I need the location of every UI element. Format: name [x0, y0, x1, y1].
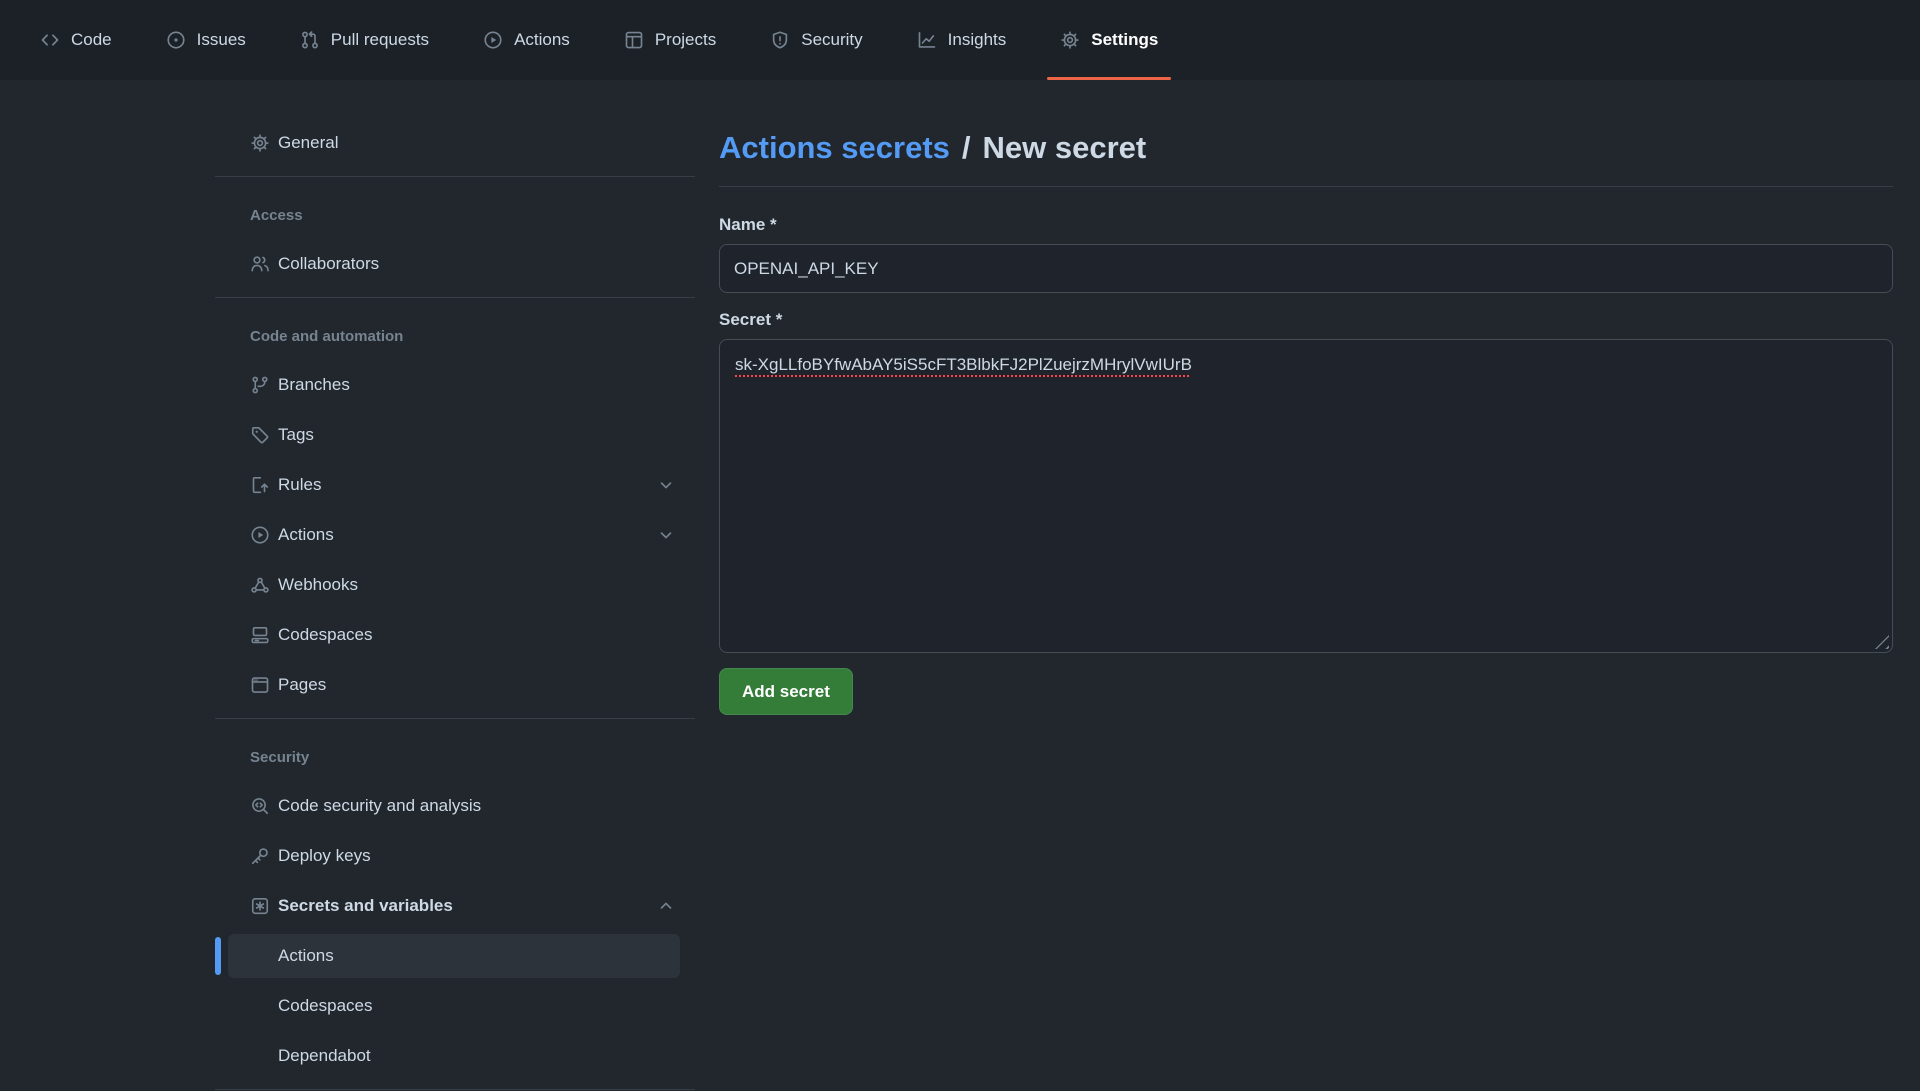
sidebar-item-tags[interactable]: Tags [215, 410, 695, 460]
tab-label: Projects [655, 30, 716, 50]
gear-icon [250, 133, 270, 153]
tab-label: Pull requests [331, 30, 429, 50]
tab-insights[interactable]: Insights [917, 0, 1007, 80]
sidebar-item-branches[interactable]: Branches [215, 360, 695, 410]
issue-opened-icon [166, 30, 186, 50]
heading-divider [719, 186, 1893, 187]
sidebar-item-general[interactable]: General [215, 118, 695, 168]
add-secret-button[interactable]: Add secret [719, 668, 853, 715]
sidebar-item-label: Code security and analysis [278, 796, 481, 816]
breadcrumb-current: New secret [983, 130, 1147, 165]
sidebar-item-codespaces[interactable]: Codespaces [215, 610, 695, 660]
sidebar-item-label: Tags [278, 425, 314, 445]
sidebar-subitem-codespaces[interactable]: Codespaces [215, 981, 695, 1031]
sidebar-item-label: Secrets and variables [278, 896, 453, 916]
git-branch-icon [250, 375, 270, 395]
textarea-resize-grip[interactable] [1875, 635, 1889, 649]
sidebar-section-access: Access [215, 207, 695, 225]
sidebar-divider [215, 297, 695, 298]
tab-label: Settings [1091, 30, 1158, 50]
new-secret-panel: Actions secrets / New secret Name * Secret… [719, 118, 1893, 715]
sidebar-item-pages[interactable]: Pages [215, 660, 695, 710]
key-icon [250, 846, 270, 866]
secret-label: Secret * [719, 310, 1893, 330]
tab-settings[interactable]: Settings [1060, 0, 1158, 80]
secret-value-text: sk-XgLLfoBYfwAbAY5iS5cFT3BlbkFJ2PlZuejrz… [735, 355, 1192, 374]
tab-label: Issues [197, 30, 246, 50]
tab-label: Code [71, 30, 112, 50]
sidebar-item-label: Rules [278, 475, 321, 495]
sidebar-item-actions[interactable]: Actions [215, 510, 695, 560]
sidebar-subitem-label: Actions [278, 946, 334, 966]
tab-actions[interactable]: Actions [483, 0, 570, 80]
sidebar-section-code-and-automation: Code and automation [215, 328, 695, 346]
actions-secrets-breadcrumb-link[interactable]: Actions secrets [719, 130, 950, 165]
sidebar-item-code-security-and-analysis[interactable]: Code security and analysis [215, 781, 695, 831]
tab-label: Insights [948, 30, 1007, 50]
breadcrumb-separator: / [962, 130, 971, 165]
webhook-icon [250, 575, 270, 595]
tag-icon [250, 425, 270, 445]
settings-sidebar: General Access Collaborators Code and au… [215, 118, 695, 1090]
sidebar-divider [215, 718, 695, 719]
tab-label: Actions [514, 30, 570, 50]
sidebar-item-label: Deploy keys [278, 846, 371, 866]
code-icon [40, 30, 60, 50]
play-icon [250, 525, 270, 545]
sidebar-subitem-dependabot[interactable]: Dependabot [215, 1031, 695, 1081]
people-icon [250, 254, 270, 274]
table-icon [624, 30, 644, 50]
sidebar-item-label: Codespaces [278, 625, 373, 645]
shield-icon [770, 30, 790, 50]
gear-icon [1060, 30, 1080, 50]
sidebar-subitem-label: Dependabot [278, 1046, 371, 1066]
page-title: Actions secrets / New secret [719, 128, 1893, 168]
tab-label: Security [801, 30, 862, 50]
key-asterisk-icon [250, 896, 270, 916]
chevron-down-icon [657, 526, 675, 544]
git-pull-request-icon [300, 30, 320, 50]
sidebar-item-label: Pages [278, 675, 326, 695]
name-label: Name * [719, 215, 1893, 235]
chevron-up-icon [657, 897, 675, 915]
sidebar-divider [215, 176, 695, 177]
sidebar-item-label: Webhooks [278, 575, 358, 595]
graph-icon [917, 30, 937, 50]
sidebar-item-label: General [278, 133, 338, 153]
secret-value-textarea[interactable]: sk-XgLLfoBYfwAbAY5iS5cFT3BlbkFJ2PlZuejrz… [719, 339, 1893, 653]
sidebar-item-deploy-keys[interactable]: Deploy keys [215, 831, 695, 881]
repo-tab-bar: Code Issues Pull requests Actions Projec… [0, 0, 1920, 80]
secret-name-input[interactable] [719, 244, 1893, 293]
chevron-down-icon [657, 476, 675, 494]
sidebar-divider [215, 1089, 695, 1090]
browser-icon [250, 675, 270, 695]
sidebar-item-webhooks[interactable]: Webhooks [215, 560, 695, 610]
sidebar-subitem-label: Codespaces [278, 996, 373, 1016]
sidebar-item-secrets-and-variables[interactable]: Secrets and variables [215, 881, 695, 931]
code-scan-icon [250, 796, 270, 816]
sidebar-section-security: Security [215, 749, 695, 767]
sidebar-subitem-actions-selected[interactable]: Actions [228, 934, 680, 978]
sidebar-item-collaborators[interactable]: Collaborators [215, 239, 695, 289]
tab-code[interactable]: Code [40, 0, 112, 80]
codespaces-icon [250, 625, 270, 645]
tab-projects[interactable]: Projects [624, 0, 716, 80]
sidebar-item-label: Branches [278, 375, 350, 395]
tab-pull-requests[interactable]: Pull requests [300, 0, 429, 80]
tab-security[interactable]: Security [770, 0, 862, 80]
tab-issues[interactable]: Issues [166, 0, 246, 80]
sidebar-item-label: Collaborators [278, 254, 379, 274]
sidebar-item-rules[interactable]: Rules [215, 460, 695, 510]
play-icon [483, 30, 503, 50]
sidebar-item-label: Actions [278, 525, 334, 545]
rules-icon [250, 475, 270, 495]
